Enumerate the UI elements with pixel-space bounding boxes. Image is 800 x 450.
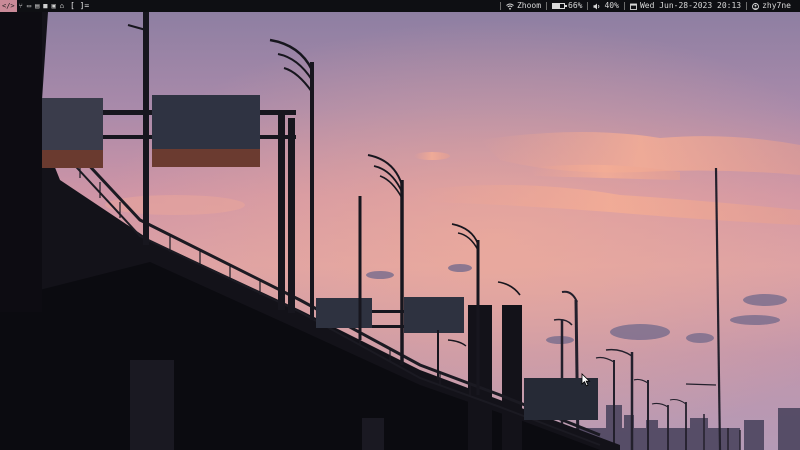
workspace-4-folder-icon[interactable]: ▤	[33, 0, 41, 12]
workspace-1-code-icon[interactable]: </>	[0, 0, 17, 12]
mouse-cursor-icon	[581, 373, 591, 387]
workspace-list: </> ⑂ ▭ ▤ ■ ▣ ⌂ [ ]=	[0, 0, 89, 12]
wifi-label: Zhoom	[516, 1, 542, 10]
user-label: zhy7ne	[762, 1, 791, 10]
workspace-6-chat-icon[interactable]: ▣	[50, 0, 58, 12]
status-bar: </> ⑂ ▭ ▤ ■ ▣ ⌂ [ ]= Zhoom 66% 40% Wed J…	[0, 0, 800, 12]
user-module[interactable]: zhy7ne	[747, 0, 796, 12]
battery-icon	[552, 3, 568, 9]
calendar-icon	[629, 3, 637, 10]
wifi-icon	[506, 3, 514, 10]
user-icon	[752, 2, 760, 10]
volume-label: 40%	[604, 1, 619, 10]
wifi-module[interactable]: Zhoom	[501, 0, 546, 12]
desktop-screen: </> ⑂ ▭ ▤ ■ ▣ ⌂ [ ]= Zhoom 66% 40% Wed J…	[0, 0, 800, 450]
battery-label: 66%	[568, 1, 583, 10]
status-modules: Zhoom 66% 40% Wed Jun-28-2023 20:13 zhy7…	[499, 0, 796, 12]
volume-icon	[593, 3, 600, 9]
foreground-pillar	[0, 12, 42, 312]
workspace-3-monitor-icon[interactable]: ▭	[25, 0, 33, 12]
layout-indicator[interactable]: [ ]=	[70, 0, 89, 12]
battery-module[interactable]: 66%	[547, 0, 587, 12]
desktop-wallpaper	[0, 12, 800, 450]
workspace-2-git-icon[interactable]: ⑂	[17, 0, 25, 12]
workspace-7-home-icon[interactable]: ⌂	[58, 0, 66, 12]
volume-module[interactable]: 40%	[588, 0, 623, 12]
datetime-module[interactable]: Wed Jun-28-2023 20:13	[625, 0, 746, 12]
workspace-5-video-icon[interactable]: ■	[41, 0, 49, 12]
battery-level-fill	[553, 4, 561, 8]
datetime-label: Wed Jun-28-2023 20:13	[639, 1, 742, 10]
